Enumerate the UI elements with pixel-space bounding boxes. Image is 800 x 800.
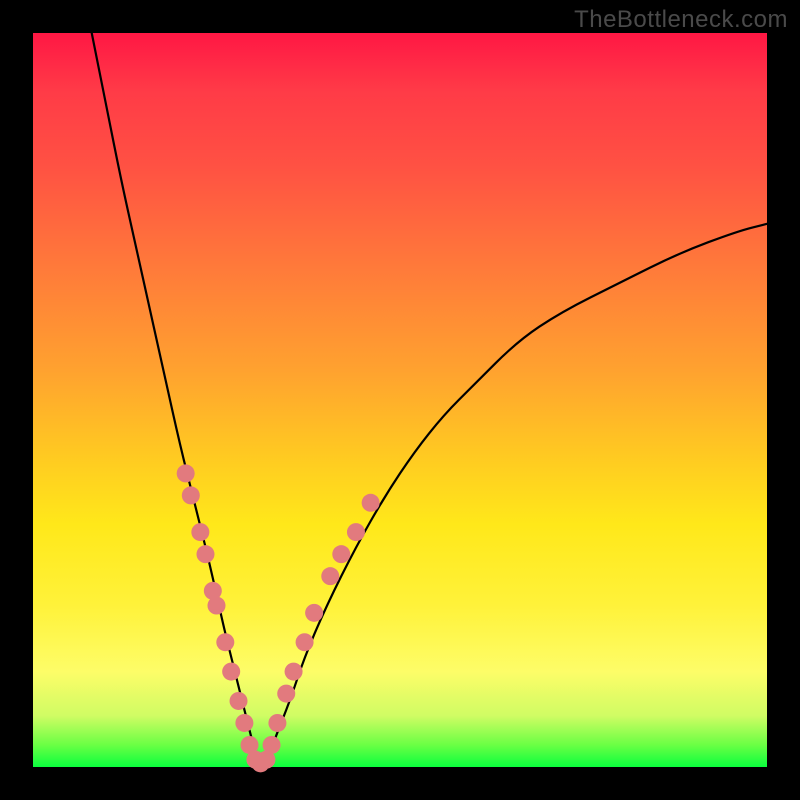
data-marker xyxy=(196,545,214,563)
watermark-text: TheBottleneck.com xyxy=(574,6,788,34)
marker-group xyxy=(177,464,380,772)
data-marker xyxy=(177,464,195,482)
data-marker xyxy=(347,523,365,541)
data-marker xyxy=(268,714,286,732)
data-marker xyxy=(182,486,200,504)
data-marker xyxy=(277,685,295,703)
curve-svg xyxy=(33,33,767,767)
data-marker xyxy=(263,736,281,754)
data-marker xyxy=(305,604,323,622)
plot-area xyxy=(33,33,767,767)
data-marker xyxy=(216,633,234,651)
data-marker xyxy=(230,692,248,710)
data-marker xyxy=(191,523,209,541)
bottleneck-curve xyxy=(92,33,767,764)
data-marker xyxy=(332,545,350,563)
data-marker xyxy=(362,494,380,512)
data-marker xyxy=(285,663,303,681)
data-marker xyxy=(321,567,339,585)
data-marker xyxy=(222,663,240,681)
data-marker xyxy=(208,597,226,615)
chart-frame: TheBottleneck.com xyxy=(0,0,800,800)
data-marker xyxy=(296,633,314,651)
data-marker xyxy=(235,714,253,732)
